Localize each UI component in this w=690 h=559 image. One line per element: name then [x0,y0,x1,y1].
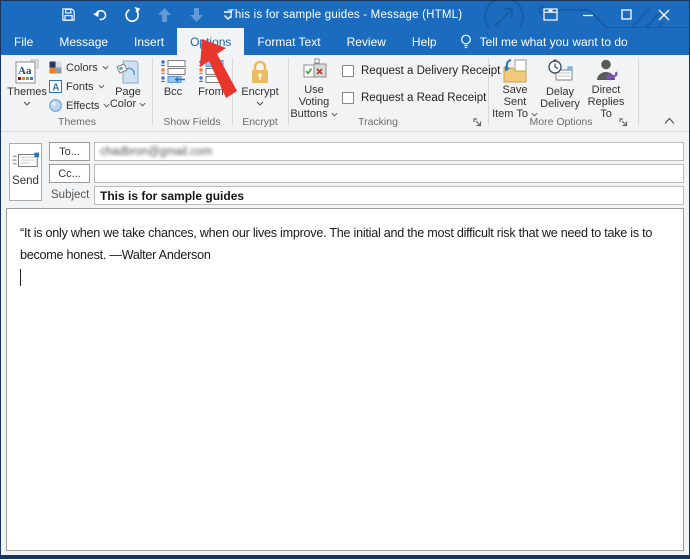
voting-buttons-icon [301,58,328,84]
group-separator [638,58,639,125]
fonts-button[interactable]: A Fonts [49,79,110,94]
direct-replies-icon [593,58,619,84]
page-color-button[interactable]: Page Color [107,57,149,115]
themes-button[interactable]: Aa Themes [6,57,48,115]
svg-text:A: A [52,83,59,94]
ribbon-tabs: File Message Insert Options Format Text … [1,28,689,55]
group-label-tracking: Tracking [358,116,398,128]
message-body-text: “It is only when we take chances, when o… [20,226,653,262]
send-button[interactable]: Send [9,143,42,201]
themes-icon: Aa [14,58,41,86]
colors-button[interactable]: Colors [49,60,110,75]
outlook-message-window: This is for sample guides - Message (HTM… [0,0,690,559]
save-sent-item-to-button[interactable]: Save Sent Item To [491,57,539,120]
maximize-icon[interactable] [607,1,645,28]
undo-icon[interactable] [91,6,109,24]
from-button[interactable]: From [193,57,229,115]
save-sent-item-icon [501,58,529,84]
colors-icon [49,61,62,74]
message-header-fields: Send To... chadbron@gmail.com Cc... Subj… [1,132,689,208]
group-separator [288,58,289,125]
group-label-show-fields: Show Fields [163,116,221,128]
group-separator [488,58,489,125]
subject-input[interactable]: This is for sample guides [94,186,684,205]
collapse-ribbon-icon[interactable] [661,114,677,128]
move-down-icon [187,6,205,24]
use-voting-buttons-button[interactable]: Use Voting Buttons [290,57,338,120]
message-body-editor[interactable]: “It is only when we take chances, when o… [6,208,684,551]
ribbon-options: Aa Themes Colors A Fonts Effects Page Co… [1,55,689,132]
dropdown-caret-icon [98,84,104,89]
tab-options[interactable]: Options [177,28,245,55]
page-color-icon [115,58,141,86]
group-separator [232,58,233,125]
cc-button[interactable]: Cc... [49,164,90,183]
dropdown-caret-icon [256,101,264,106]
group-label-themes: Themes [58,116,96,128]
lightbulb-icon [460,34,471,49]
svg-text:Aa: Aa [18,65,32,77]
cc-input[interactable] [94,164,684,183]
delay-delivery-icon [547,58,574,86]
checkbox-icon [342,65,354,77]
tab-review[interactable]: Review [334,28,399,55]
more-options-dialog-launcher-icon[interactable] [617,116,630,129]
text-cursor [20,269,21,286]
encrypt-button[interactable]: Encrypt [237,57,283,115]
send-envelope-icon [11,152,39,168]
bcc-button[interactable]: Bcc [155,57,191,115]
lock-icon [248,58,272,86]
themes-small-buttons: Colors A Fonts Effects [49,60,110,113]
group-separator [152,58,153,125]
quick-access-toolbar [1,6,237,24]
to-button[interactable]: To... [49,142,90,161]
request-delivery-receipt-checkbox[interactable]: Request a Delivery Receipt [342,65,500,77]
bcc-icon [160,58,186,86]
save-icon[interactable] [59,6,77,24]
delay-delivery-button[interactable]: Delay Delivery [539,57,581,115]
tell-me-search[interactable]: Tell me what you want to do [450,28,638,55]
dropdown-caret-icon [139,102,146,106]
checkbox-icon [342,92,354,104]
subject-label: Subject [51,189,90,201]
tab-help[interactable]: Help [399,28,450,55]
from-icon [198,58,224,86]
direct-replies-to-button[interactable]: Direct Replies To [581,57,631,120]
fonts-icon: A [49,80,62,93]
move-up-icon [155,6,173,24]
customize-quick-access-toolbar-icon[interactable] [219,6,237,24]
tab-message[interactable]: Message [46,28,121,55]
dropdown-caret-icon [23,101,31,106]
ribbon-display-options-icon[interactable] [531,1,569,28]
request-read-receipt-checkbox[interactable]: Request a Read Receipt [342,92,486,104]
subject-value: This is for sample guides [100,188,245,203]
redo-icon[interactable] [123,6,141,24]
to-input[interactable]: chadbron@gmail.com [94,142,684,161]
window-controls [531,1,683,28]
tab-file[interactable]: File [1,28,46,55]
group-label-encrypt: Encrypt [242,116,278,128]
tracking-dialog-launcher-icon[interactable] [471,116,484,129]
tab-insert[interactable]: Insert [121,28,177,55]
effects-button[interactable]: Effects [49,98,110,113]
send-label: Send [12,175,39,187]
group-label-more-options: More Options [529,116,593,128]
close-icon[interactable] [645,1,683,28]
to-value-blurred: chadbron@gmail.com [100,145,213,158]
tab-format-text[interactable]: Format Text [244,28,333,55]
minimize-icon[interactable] [569,1,607,28]
tell-me-label: Tell me what you want to do [479,34,628,49]
title-bar: This is for sample guides - Message (HTM… [1,1,689,28]
effects-icon [49,99,62,112]
